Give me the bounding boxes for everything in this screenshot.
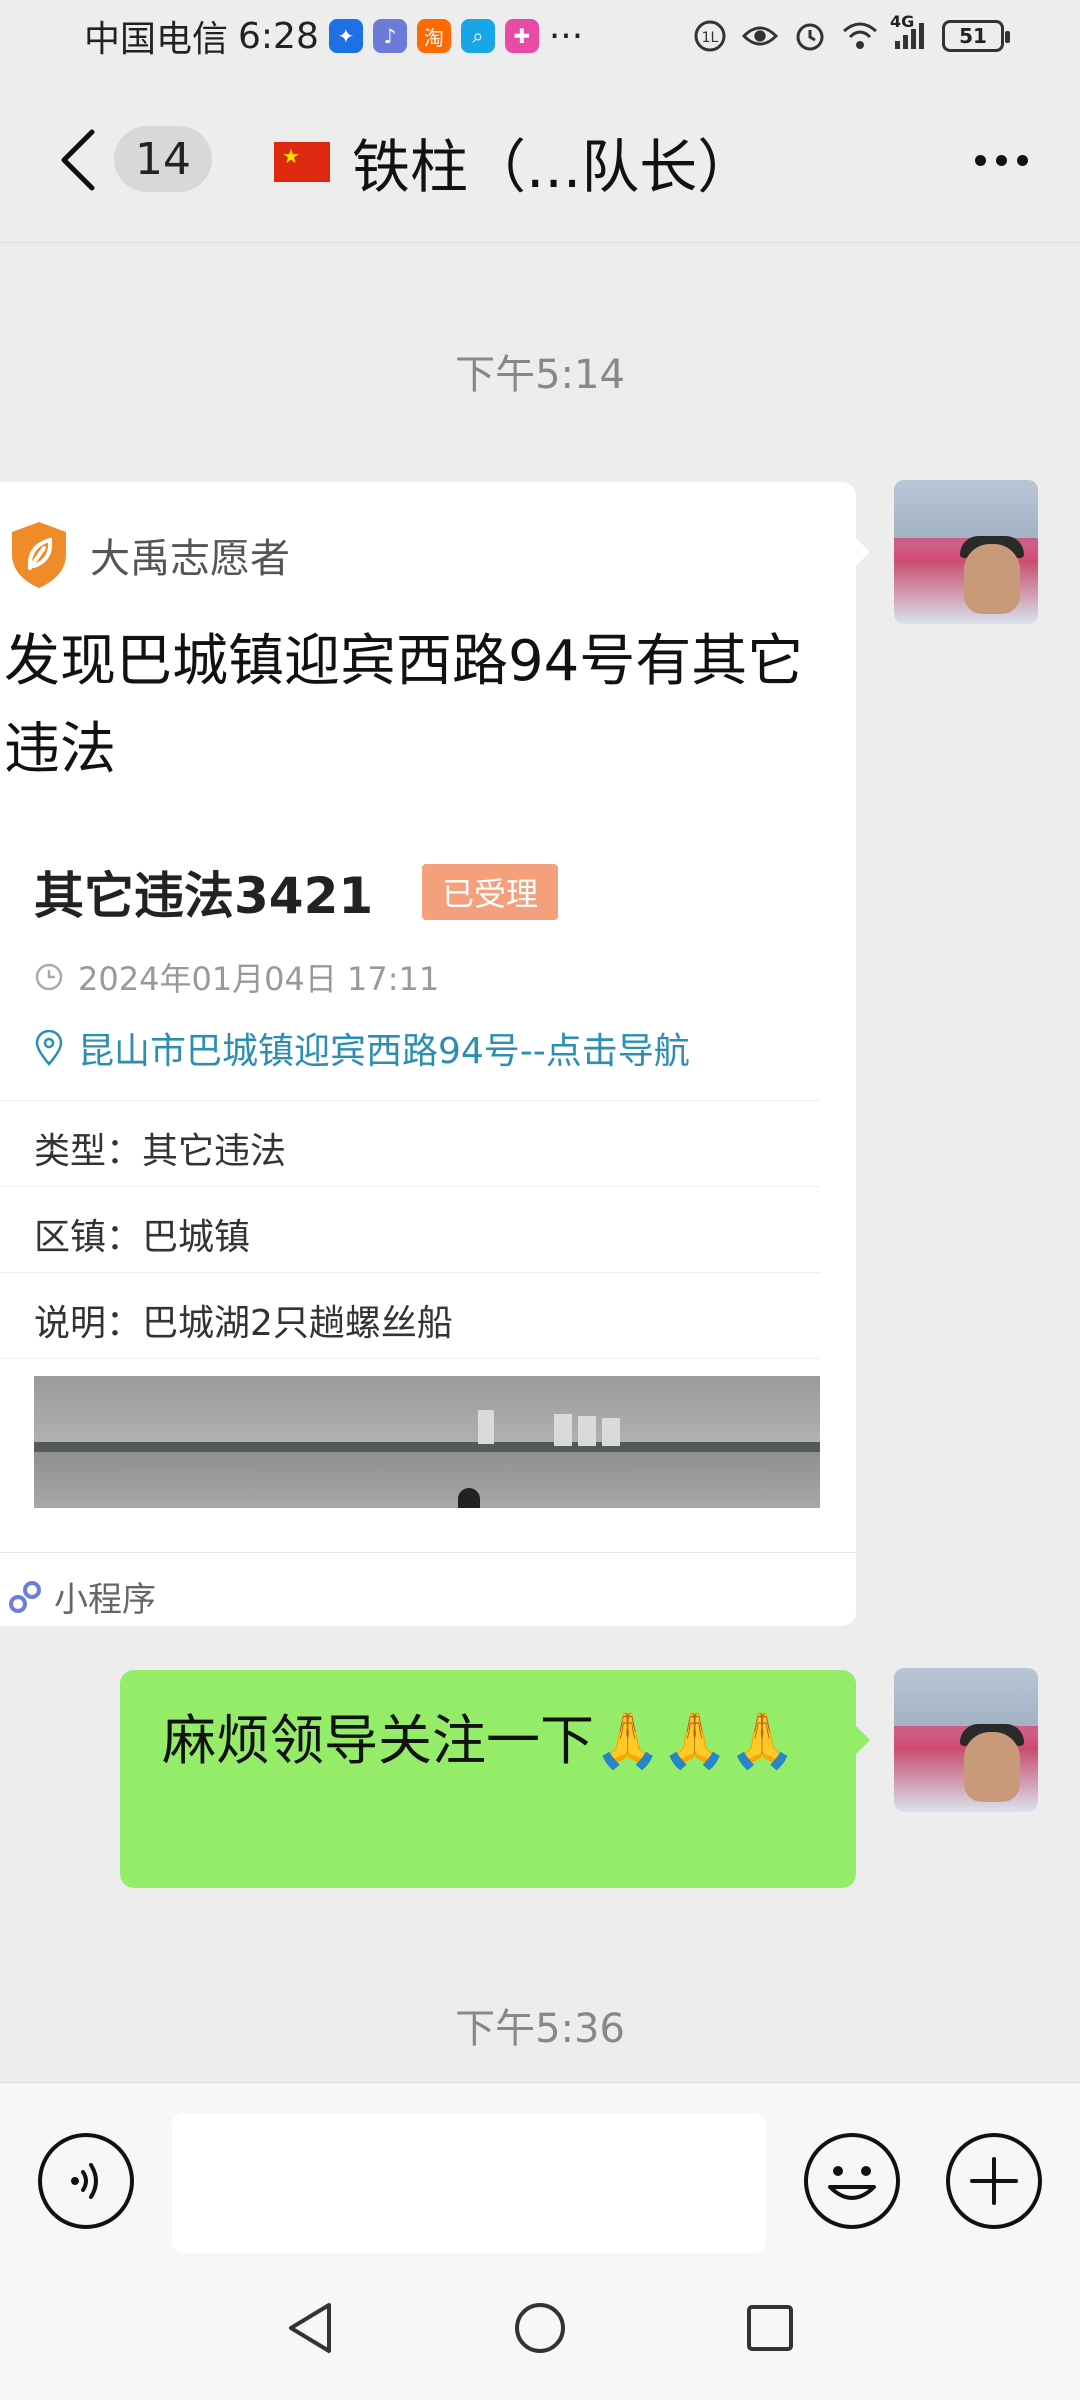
case-address-link[interactable]: 昆山市巴城镇迎宾西路94号--点击导航 [34,1022,690,1074]
field-district: 区镇：巴城镇 [34,1208,250,1260]
music-app-icon: ♪ [372,19,407,53]
field-description: 说明：巴城湖2只趟螺丝船 [34,1294,453,1346]
field-value: 巴城湖2只趟螺丝船 [142,1303,453,1344]
shield-leaf-icon [12,522,66,588]
message-text: 麻烦领导关注一下🙏🙏🙏 [162,1709,796,1772]
clock-icon [35,963,63,991]
message-timestamp: 下午5:14 [455,352,625,398]
system-nav-bar [0,2254,1080,2400]
case-name: 其它违法3421 [34,867,374,925]
field-label: 类型： [34,1131,143,1172]
text-message-bubble[interactable]: 麻烦领导关注一下🙏🙏🙏 [120,1670,856,1888]
mini-program-link-icon [9,1580,41,1613]
china-flag-icon: ★ [274,142,330,182]
divider [0,1358,820,1359]
message-timestamp: 下午5:36 [455,2006,625,2052]
more-functions-button[interactable] [946,2133,1042,2229]
field-label: 说明： [34,1303,143,1344]
divider [0,1272,820,1273]
bubble-tail [856,538,870,566]
avatar[interactable] [894,1668,1038,1812]
bulb-app-icon: ✦ [328,19,363,53]
status-badge: 已受理 [422,864,559,920]
card-footer: 小程序 [8,1572,156,1621]
field-value: 其它违法 [142,1131,287,1172]
card-title: 发现巴城镇迎宾西路94号有其它违法 [4,629,804,782]
search-app-icon: ⌕ [460,19,495,53]
chat-title-group: ★ 铁柱（...队长） [274,120,755,204]
emoji-button[interactable] [804,2133,900,2229]
battery-icon: 51 [942,20,1010,52]
avatar[interactable] [894,480,1038,624]
case-datetime-text: 2024年01月04日 17:11 [78,960,440,998]
triangle-back-icon [289,2303,331,2353]
case-photo [34,1376,820,1508]
photo-person [458,1488,480,1508]
dot-icon [1016,154,1028,166]
alarm-icon [792,18,828,54]
location-pin-icon [35,1030,63,1066]
field-value: 巴城镇 [142,1217,251,1258]
card-source: 大禹志愿者 [90,536,290,582]
colorful-app-icon: ✚ [504,19,539,53]
wifi-icon [842,18,878,54]
hd-call-icon: 1L [692,18,728,54]
chat-header: 14 ★ 铁柱（...队长） [0,90,1080,230]
dot-icon [974,154,986,166]
status-right: 1L 4G 51 [692,12,1010,54]
bubble-tail [856,1726,870,1754]
back-button[interactable] [48,120,108,200]
mini-program-card[interactable]: 大禹志愿者 发现巴城镇迎宾西路94号有其它违法 其它违法3421 已受理 202… [0,482,856,1626]
voice-icon [71,2163,98,2199]
more-notifications-icon: ··· [548,15,584,57]
status-left: 中国电信 6:28 ✦ ♪ 淘 ⌕ ✚ ··· [84,10,583,62]
chevron-left-icon [61,129,95,191]
case-address-text: 昆山市巴城镇迎宾西路94号--点击导航 [78,1031,690,1072]
card-footer-divider [0,1552,856,1553]
eye-icon [742,18,778,54]
avatar-detail [964,544,1020,614]
divider [0,1186,820,1187]
unread-count-badge[interactable]: 14 [114,126,212,192]
svg-text:1L: 1L [702,30,719,46]
input-bar [0,2082,1080,2254]
nav-recents-button[interactable] [740,2298,800,2358]
photo-shoreline [34,1442,820,1452]
taobao-app-icon: 淘 [416,19,451,53]
header-divider [0,242,1080,243]
photo-building [478,1410,494,1444]
circle-home-icon [515,2303,565,2353]
nav-home-button[interactable] [510,2298,570,2358]
message-input[interactable] [172,2113,766,2253]
smiley-icon [828,2166,876,2200]
dot-icon [995,154,1007,166]
chat-title: 铁柱（...队长） [352,133,756,201]
signal-icon: 4G [890,12,928,54]
more-options-button[interactable] [966,130,1036,190]
divider [0,1100,820,1101]
photo-building [554,1414,572,1446]
square-recents-icon [747,2305,793,2351]
field-label: 区镇： [34,1217,143,1258]
card-footer-label: 小程序 [54,1580,156,1620]
plus-icon [970,2157,1018,2205]
voice-input-button[interactable] [38,2133,134,2229]
case-datetime: 2024年01月04日 17:11 [34,954,439,1000]
photo-building [602,1418,620,1446]
clock: 6:28 [238,15,319,57]
avatar-detail [964,1732,1020,1802]
card-header: 大禹志愿者 [8,520,290,590]
nav-back-button[interactable] [280,2298,340,2358]
status-bar: 中国电信 6:28 ✦ ♪ 淘 ⌕ ✚ ··· 1L 4G 51 [0,0,1080,72]
photo-building [578,1416,596,1446]
network-type-label: 4G [890,12,915,31]
carrier-name: 中国电信 [84,19,229,60]
field-type: 类型：其它违法 [34,1122,286,1174]
